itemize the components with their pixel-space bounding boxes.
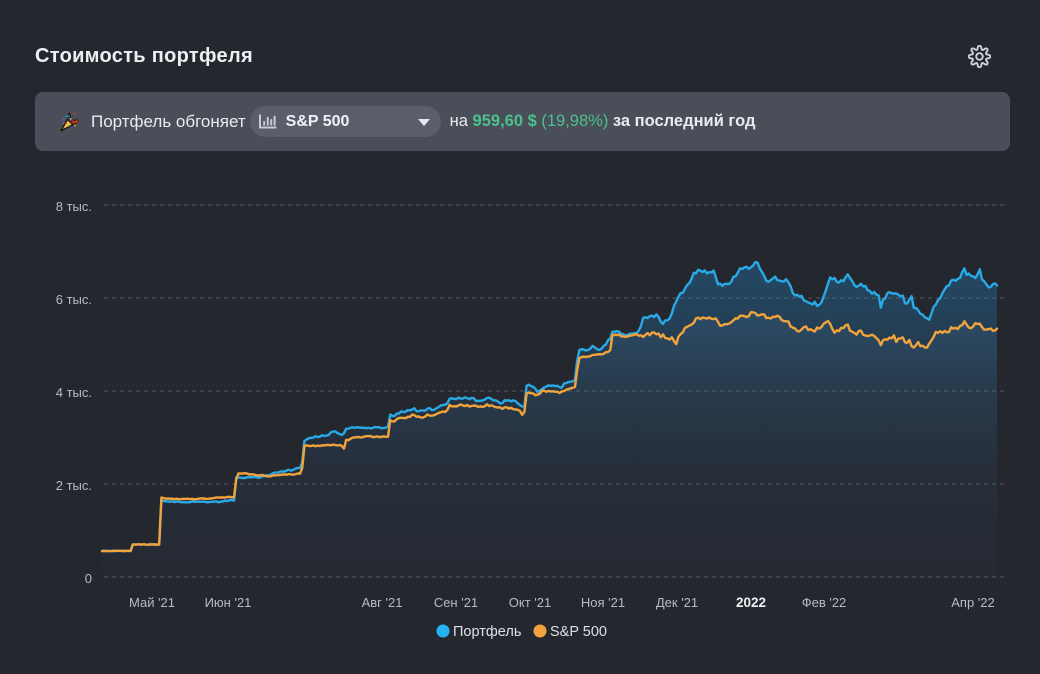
svg-text:2 тыс.: 2 тыс. — [56, 478, 92, 493]
svg-text:Дек '21: Дек '21 — [656, 595, 698, 610]
svg-text:Авг '21: Авг '21 — [362, 595, 403, 610]
svg-text:Фев '22: Фев '22 — [802, 595, 847, 610]
svg-text:Июн '21: Июн '21 — [205, 595, 252, 610]
svg-text:Окт '21: Окт '21 — [509, 595, 551, 610]
svg-text:S&P 500: S&P 500 — [550, 624, 607, 640]
svg-text:Сен '21: Сен '21 — [434, 595, 478, 610]
svg-text:Апр '22: Апр '22 — [951, 595, 995, 610]
svg-text:4 тыс.: 4 тыс. — [56, 385, 92, 400]
svg-text:Май '21: Май '21 — [129, 595, 175, 610]
svg-text:0: 0 — [85, 571, 92, 586]
svg-text:2022: 2022 — [736, 595, 766, 610]
svg-text:6 тыс.: 6 тыс. — [56, 292, 92, 307]
svg-text:Ноя '21: Ноя '21 — [581, 595, 625, 610]
svg-text:8 тыс.: 8 тыс. — [56, 199, 92, 214]
svg-text:Портфель: Портфель — [453, 624, 521, 640]
